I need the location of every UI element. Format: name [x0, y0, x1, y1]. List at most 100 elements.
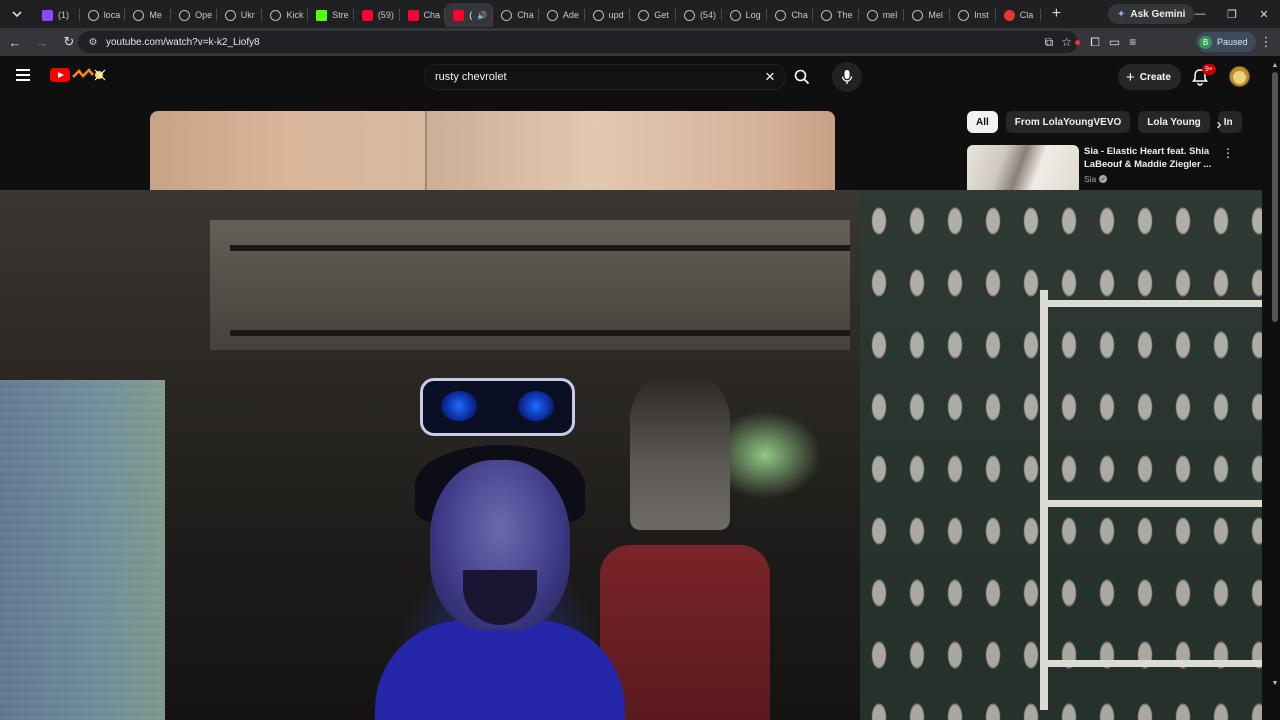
browser-tab[interactable]: Ukr — [217, 3, 263, 27]
ask-gemini-button[interactable]: ✦ Ask Gemini — [1108, 4, 1195, 24]
globe-icon — [958, 9, 970, 21]
close-window-button[interactable]: ✕ — [1248, 0, 1280, 28]
address-bar[interactable]: ⚙ youtube.com/watch?v=k-k2_Liofy8 ⧉ ☆ — [78, 31, 1078, 53]
kick-icon — [316, 9, 328, 21]
browser-tab[interactable]: Ope — [171, 3, 217, 27]
globe-icon — [592, 9, 604, 21]
browser-tab[interactable]: Inst — [950, 3, 996, 27]
youtube-icon — [453, 9, 465, 21]
scroll-up-arrow-icon[interactable]: ▲ — [1270, 60, 1280, 70]
video-more-actions-button[interactable]: ⋮ — [1222, 145, 1234, 161]
chip-from-lolayoungvevo[interactable]: From LolaYoungVEVO — [1005, 111, 1131, 133]
extension-red-icon[interactable]: ● — [1074, 35, 1081, 49]
minimize-button[interactable]: — — [1184, 0, 1216, 28]
close-icon: ✕ — [1259, 8, 1269, 21]
clear-search-button[interactable]: × — [762, 64, 778, 90]
close-icon: × — [765, 67, 775, 86]
chip-all[interactable]: All — [967, 111, 998, 133]
tab-title: Cla — [1019, 10, 1034, 20]
search-query-text: rusty chevrolet — [435, 71, 507, 83]
reload-icon: ↻ — [63, 34, 75, 49]
search-input[interactable]: rusty chevrolet — [424, 64, 786, 90]
scroll-down-arrow-icon[interactable]: ▼ — [1270, 678, 1280, 688]
browser-tab[interactable]: Get — [630, 3, 676, 27]
scrollbar-thumb[interactable] — [1272, 72, 1278, 322]
browser-tab[interactable]: Kick — [262, 3, 308, 27]
browser-tab[interactable]: Cla — [996, 3, 1042, 27]
tab-title: mel — [882, 10, 898, 20]
globe-icon — [270, 9, 282, 21]
chip-lola-young[interactable]: Lola Young — [1138, 111, 1210, 133]
tab-title: Kick — [286, 10, 304, 20]
browser-tab[interactable]: (59) — [354, 3, 400, 27]
voice-search-button[interactable] — [832, 62, 862, 92]
back-button[interactable]: ← — [3, 30, 27, 54]
globe-icon — [821, 9, 832, 21]
video-title[interactable]: Sia - Elastic Heart feat. Shia LaBeouf &… — [1084, 145, 1214, 171]
chips-next-button[interactable]: › — [1208, 113, 1230, 135]
url-text[interactable]: youtube.com/watch?v=k-k2_Liofy8 — [106, 37, 260, 48]
video-thumbnail[interactable] — [967, 145, 1079, 190]
video-player[interactable] — [150, 111, 835, 190]
forward-button[interactable]: → — [30, 30, 54, 54]
install-app-icon[interactable]: ⧉ — [1045, 35, 1054, 50]
browser-tab[interactable]: Ade — [539, 3, 585, 27]
browser-tab[interactable]: Cha — [400, 3, 446, 27]
restore-button[interactable]: ❐ — [1216, 0, 1248, 28]
tab-search-button[interactable] — [0, 0, 34, 28]
globe-icon — [683, 9, 695, 21]
browser-tab[interactable]: Cha — [493, 3, 539, 27]
audio-playing-icon[interactable]: 🔊 — [477, 11, 487, 20]
streamer-shirt — [375, 620, 625, 720]
browser-tab[interactable]: (1) — [34, 3, 80, 27]
account-avatar[interactable] — [1229, 66, 1250, 87]
search-button[interactable] — [786, 64, 818, 90]
page-scrollbar[interactable]: ▲ ▼ — [1270, 60, 1280, 720]
globe-icon — [179, 9, 191, 21]
profile-paused-button[interactable]: B Paused — [1196, 32, 1256, 52]
youtube-doodle-icon[interactable] — [71, 67, 109, 83]
white-shelving-unit — [1040, 290, 1262, 710]
tab-title: Ade — [562, 10, 579, 20]
tab-title: The — [837, 10, 853, 20]
bookshelf — [230, 330, 850, 336]
browser-tab[interactable]: loca — [80, 3, 126, 27]
bookmark-star-icon[interactable]: ☆ — [1061, 35, 1072, 49]
cast-icon[interactable]: ▭ — [1109, 35, 1120, 49]
tab-title: Cha — [423, 10, 441, 20]
menu-hamburger-icon[interactable] — [16, 69, 30, 81]
globe-icon — [224, 9, 236, 21]
browser-tab[interactable]: Mel — [904, 3, 950, 27]
video-channel[interactable]: Sia ✓ — [1084, 174, 1108, 184]
browser-tab[interactable]: Stre — [308, 3, 354, 27]
more-vert-icon: ⋮ — [1259, 34, 1273, 49]
new-tab-button[interactable]: + — [1044, 2, 1068, 26]
tab-title: Log — [745, 10, 761, 20]
chevron-down-icon — [12, 11, 22, 18]
site-info-icon[interactable]: ⚙ — [86, 35, 100, 49]
browser-tab[interactable]: (54) — [676, 3, 722, 27]
tab-title: Ukr — [240, 10, 255, 20]
browser-tab[interactable]: Cha — [767, 3, 813, 27]
extensions-puzzle-icon[interactable]: ⧠ — [1090, 35, 1100, 50]
minimize-icon: — — [1194, 8, 1206, 20]
browser-tab[interactable]: (🔊✕ — [445, 3, 494, 27]
streamer — [375, 420, 625, 720]
browser-tab[interactable]: mel — [859, 3, 905, 27]
browser-toolbar: ← → ↻ ⚙ youtube.com/watch?v=k-k2_Liofy8 … — [0, 28, 1280, 56]
youtube-masthead: rusty chevrolet × + Create 9+ — [0, 56, 1280, 98]
recommended-video[interactable]: Sia - Elastic Heart feat. Shia LaBeouf &… — [967, 145, 1237, 190]
youtube-logo-icon[interactable] — [50, 68, 70, 82]
globe-icon — [133, 9, 145, 21]
media-controls-icon[interactable]: ≡ — [1129, 35, 1136, 49]
vr-headset — [420, 378, 575, 436]
browser-tab[interactable]: upd — [585, 3, 631, 27]
tab-title: Cha — [791, 10, 808, 20]
gemini-sparkle-icon: ✦ — [1117, 8, 1126, 20]
browser-tab[interactable]: Me — [125, 3, 171, 27]
browser-menu-button[interactable]: ⋮ — [1258, 28, 1274, 56]
browser-tab[interactable]: The — [813, 3, 859, 27]
create-button[interactable]: + Create — [1118, 64, 1181, 90]
browser-tab[interactable]: Log — [722, 3, 768, 27]
plus-icon: + — [1051, 5, 1062, 22]
